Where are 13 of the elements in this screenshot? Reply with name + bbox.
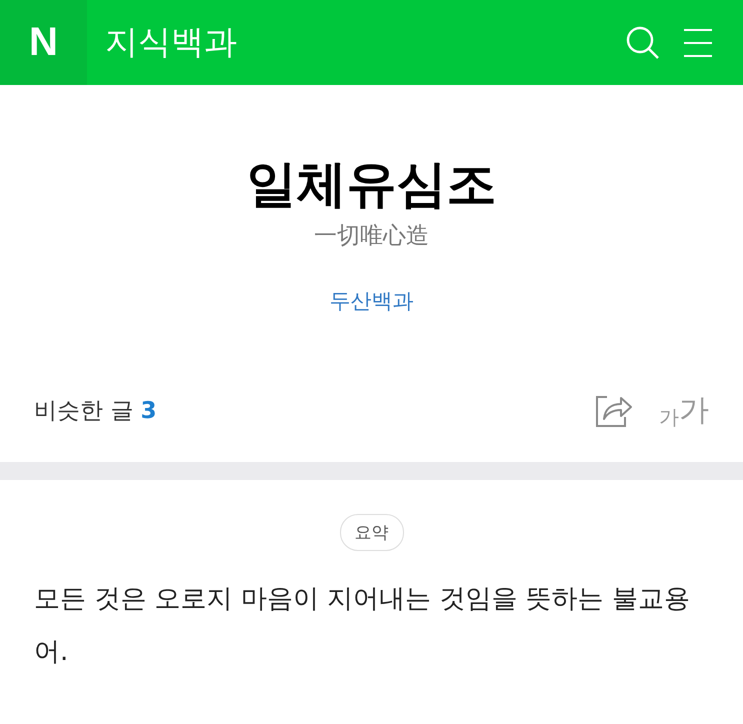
- share-icon[interactable]: [595, 393, 633, 427]
- font-smaller-button[interactable]: 가: [659, 404, 679, 430]
- logo-button[interactable]: N: [0, 0, 87, 85]
- menu-icon[interactable]: [683, 28, 713, 58]
- hanja-subtitle: 一切唯心造: [314, 222, 429, 251]
- summary-text: 모든 것은 오로지 마음이 지어내는 것임을 뜻하는 불교용어.: [34, 583, 691, 669]
- search-icon[interactable]: [625, 24, 661, 60]
- summary-badge: 요약: [340, 514, 404, 551]
- entry-title: 일체유심조: [246, 157, 496, 212]
- font-larger-button[interactable]: 가: [679, 390, 709, 430]
- related-posts-link[interactable]: 비슷한 글 3: [34, 394, 157, 426]
- source-link[interactable]: 두산백과: [330, 287, 414, 315]
- header-title[interactable]: 지식백과: [105, 20, 237, 65]
